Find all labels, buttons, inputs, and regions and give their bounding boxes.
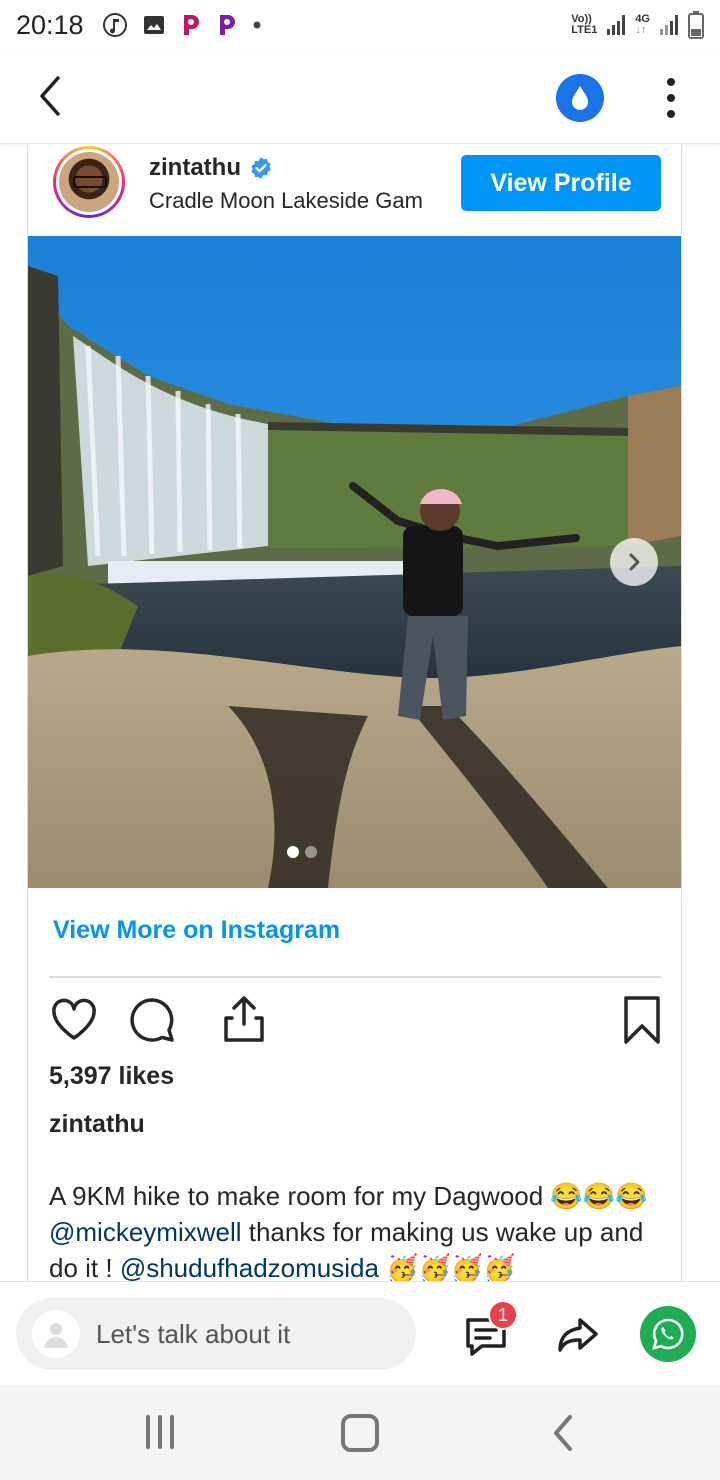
signal-icon (607, 15, 626, 35)
caption-text: 🥳🥳🥳🥳 (378, 1253, 516, 1283)
notification-icons (102, 12, 262, 38)
more-vert-icon (667, 78, 675, 86)
save-button[interactable] (616, 994, 668, 1046)
view-more-on-instagram-link[interactable]: View More on Instagram (53, 916, 340, 945)
mention-link[interactable]: @shudufhadzomusida (120, 1253, 379, 1283)
post-actions (48, 994, 668, 1046)
system-back-button[interactable] (548, 1413, 578, 1453)
heart-icon (52, 998, 96, 1040)
screen: 20:18 Vo)) LTE1 4G ↓↑ zintathu Cradle Mo… (0, 0, 720, 1480)
more-options-button[interactable] (656, 74, 686, 122)
water-drop-icon (572, 86, 588, 110)
comment-bubble-icon (130, 998, 174, 1042)
waterfall-photo (28, 236, 681, 888)
like-button[interactable] (48, 994, 100, 1046)
carousel-dot (305, 846, 317, 858)
caption-text: A 9KM hike to make room for my Dagwood 😂… (49, 1181, 648, 1211)
data-arrows: ↓↑ (635, 24, 647, 36)
share-button[interactable] (552, 1310, 604, 1362)
music-sync-icon (102, 13, 127, 37)
mention-link[interactable]: @mickeymixwell (49, 1217, 242, 1247)
instagram-embed-card: zintathu Cradle Moon Lakeside Gam View P… (27, 144, 682, 1284)
app-p-icon (183, 15, 199, 35)
user-silhouette-icon (44, 1323, 68, 1348)
4g-label: 4G ↓↑ (635, 14, 650, 36)
water-drop-button[interactable] (556, 74, 604, 122)
comment-placeholder: Let's talk about it (96, 1318, 291, 1349)
chevron-left-icon (40, 76, 60, 116)
comment-count-badge: 1 (488, 1300, 518, 1330)
bookmark-icon (624, 996, 660, 1044)
username-row: zintathu (149, 154, 273, 182)
divider (49, 976, 661, 978)
whatsapp-icon (652, 1318, 684, 1350)
back-button[interactable] (30, 72, 74, 120)
view-profile-button[interactable]: View Profile (461, 155, 661, 211)
system-nav-bar (0, 1385, 720, 1480)
status-time: 20:18 (16, 9, 84, 40)
carousel-dots (287, 846, 317, 858)
recents-button[interactable] (142, 1415, 178, 1451)
share-post-button[interactable] (218, 994, 270, 1046)
carousel-dot-active (287, 846, 299, 858)
gallery-icon (143, 16, 164, 34)
share-arrow-icon (558, 1318, 598, 1352)
post-caption: A 9KM hike to make room for my Dagwood 😂… (49, 1178, 669, 1284)
status-bar: 20:18 Vo)) LTE1 4G ↓↑ (0, 0, 720, 50)
system-indicators: Vo)) LTE1 4G ↓↑ (571, 11, 704, 39)
app-p-icon (219, 15, 235, 35)
avatar-image (59, 152, 119, 212)
verified-badge-icon (251, 157, 271, 179)
signal-icon (660, 15, 678, 35)
app-bar (0, 50, 720, 144)
avatar[interactable] (53, 146, 125, 218)
battery-icon (688, 11, 704, 39)
volte-label: Vo)) LTE1 (571, 14, 597, 36)
comment-input[interactable]: Let's talk about it (16, 1298, 416, 1370)
system-back-icon (554, 1415, 572, 1451)
more-notifications-dot-icon (253, 21, 261, 29)
comment-bar: Let's talk about it 1 (0, 1281, 720, 1385)
caption-username[interactable]: zintathu (49, 1110, 145, 1139)
post-location[interactable]: Cradle Moon Lakeside Gam (149, 188, 423, 214)
comment-button[interactable] (126, 994, 178, 1046)
recents-icon (146, 1415, 150, 1449)
whatsapp-share-button[interactable] (640, 1306, 696, 1362)
carousel-next-button[interactable] (610, 538, 658, 586)
volte-bottom: LTE1 (571, 24, 598, 36)
upload-share-icon (224, 996, 264, 1042)
post-username[interactable]: zintathu (149, 154, 241, 182)
post-photo[interactable] (28, 236, 681, 888)
chevron-right-icon (629, 553, 640, 571)
post-header: zintathu Cradle Moon Lakeside Gam View P… (28, 144, 681, 236)
user-avatar (32, 1310, 80, 1358)
home-button[interactable] (341, 1414, 379, 1452)
likes-count[interactable]: 5,397 likes (49, 1062, 174, 1091)
